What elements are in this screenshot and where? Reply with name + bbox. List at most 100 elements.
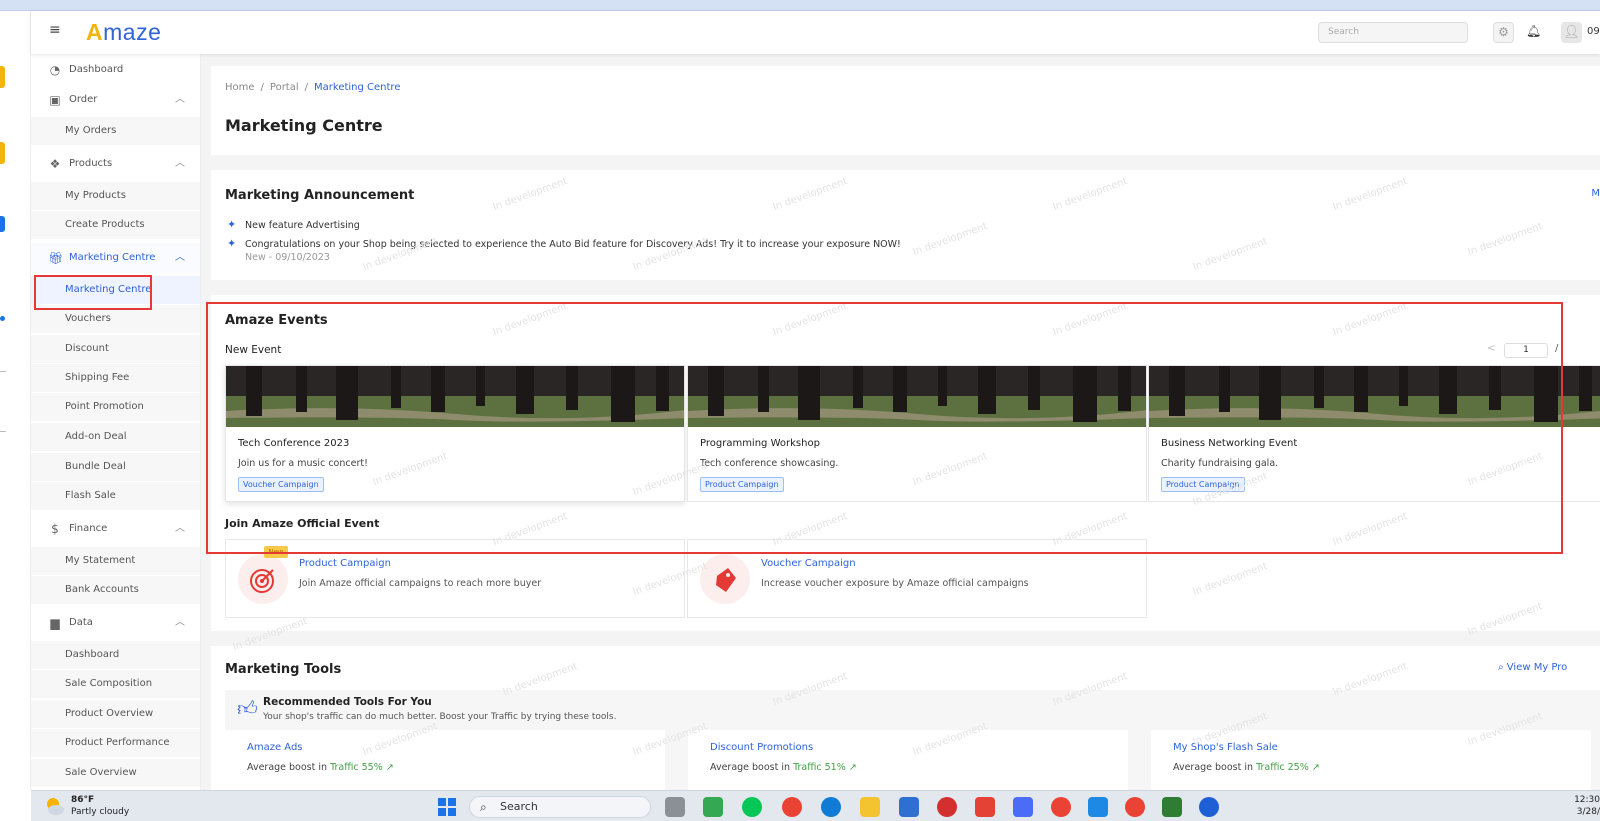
- tool-card[interactable]: Discount Promotions Average boost in Tra…: [688, 730, 1128, 790]
- announcement-card: Marketing Announcement M ✦ New feature Ad…: [211, 170, 1600, 280]
- sidebar-item-add-on-deal[interactable]: Add-on Deal: [31, 423, 200, 451]
- sidebar-item-bundle-deal[interactable]: Bundle Deal: [31, 453, 200, 481]
- breadcrumb-portal[interactable]: Portal: [270, 82, 299, 93]
- trend-up-icon: ↗: [1308, 762, 1320, 773]
- logo-letter: A: [86, 19, 104, 45]
- sidebar-item-shipping-fee[interactable]: Shipping Fee: [31, 364, 200, 392]
- join-card-title[interactable]: Voucher Campaign: [761, 558, 856, 569]
- event-card[interactable]: Tech Conference 2023 Join us for a music…: [225, 365, 685, 502]
- gear-icon[interactable]: ⚙: [1493, 22, 1514, 43]
- chevron-up-icon: ︿: [175, 617, 185, 628]
- join-card-description: Join Amaze official campaigns to reach m…: [299, 578, 542, 589]
- tool-name[interactable]: Discount Promotions: [710, 742, 813, 753]
- sidebar-item-products[interactable]: ❖ Products ︿: [31, 149, 200, 179]
- tool-boost-prefix: Average boost in: [247, 762, 331, 773]
- sidebar-item-data-dashboard[interactable]: Dashboard: [31, 641, 200, 669]
- join-icon-circle: [238, 554, 288, 604]
- search-icon: ⌕: [480, 800, 487, 814]
- zoom-icon[interactable]: [1199, 797, 1219, 817]
- announcement-item-text-row: ✦ Congratulations on your Shop being sele…: [227, 237, 901, 250]
- rail-marker-yellow-2: [0, 142, 5, 164]
- app-icon-w[interactable]: [1013, 797, 1033, 817]
- chrome-icon-2[interactable]: [1125, 797, 1145, 817]
- recommended-title: Recommended Tools For You: [263, 696, 432, 708]
- sidebar-item-finance[interactable]: $ Finance ︿: [31, 514, 200, 544]
- tool-name[interactable]: My Shop's Flash Sale: [1173, 742, 1278, 753]
- taskbar-clock[interactable]: 12:30 3/28/: [1574, 794, 1600, 818]
- left-rail: [0, 11, 31, 790]
- sidebar-item-product-performance[interactable]: Product Performance: [31, 729, 200, 757]
- sidebar-item-product-overview[interactable]: Product Overview: [31, 700, 200, 728]
- sidebar-item-point-promotion[interactable]: Point Promotion: [31, 393, 200, 421]
- sidebar-item-marketing-centre[interactable]: 🎁︎ Marketing Centre ︿: [31, 243, 200, 273]
- folder-icon[interactable]: [860, 797, 880, 817]
- app-icon-s[interactable]: [975, 797, 995, 817]
- pager-prev-icon[interactable]: <: [1487, 343, 1495, 354]
- join-event-title: Join Amaze Official Event: [225, 517, 380, 530]
- gauge-icon: ◔: [49, 63, 61, 77]
- opera-icon[interactable]: [937, 797, 957, 817]
- screen: ≡ Amazе Search ⚙ 🔔︎ 👤︎ 09 ◔ Dashboard ▣ Or…: [0, 0, 1600, 821]
- app-icon-green[interactable]: [1162, 797, 1182, 817]
- announcement-title: Marketing Announcement: [225, 188, 415, 203]
- sidebar-item-discount[interactable]: Discount: [31, 335, 200, 363]
- event-card[interactable]: Business Networking Event Charity fundra…: [1148, 365, 1600, 502]
- page-input[interactable]: 1: [1504, 343, 1548, 358]
- tool-boost-metric: Traffic 51%: [793, 762, 846, 773]
- event-tag: Voucher Campaign: [238, 477, 324, 492]
- app-icon-line[interactable]: [742, 797, 762, 817]
- main-content: Home / Portal / Marketing Centre Marketing C…: [201, 54, 1600, 790]
- menu-icon[interactable]: ≡: [49, 23, 61, 37]
- chrome-icon[interactable]: [782, 797, 802, 817]
- join-card-product-campaign[interactable]: New Product Campaign Join Amaze official…: [225, 539, 685, 618]
- event-name: Tech Conference 2023: [238, 438, 350, 449]
- avatar[interactable]: 👤︎: [1561, 22, 1582, 43]
- tool-card[interactable]: My Shop's Flash Sale Average boost in Tr…: [1151, 730, 1591, 790]
- app-icon-chat[interactable]: [703, 797, 723, 817]
- sidebar-item-flash-sale[interactable]: Flash Sale: [31, 482, 200, 510]
- sparkle-icon: ✦: [227, 237, 237, 250]
- sidebar-item-sale-overview[interactable]: Sale Overview: [31, 759, 200, 787]
- user-name[interactable]: 09: [1587, 26, 1600, 37]
- sidebar-item-bank-accounts[interactable]: Bank Accounts: [31, 576, 200, 604]
- sidebar-item-sale-composition[interactable]: Sale Composition: [31, 670, 200, 698]
- breadcrumb-home[interactable]: Home: [225, 82, 255, 93]
- edge-icon[interactable]: [821, 797, 841, 817]
- search-input[interactable]: Search: [1318, 22, 1468, 43]
- sidebar-item-order[interactable]: ▣ Order ︿: [31, 85, 200, 115]
- sidebar-item-my-orders[interactable]: My Orders: [31, 117, 200, 145]
- page-title: Marketing Centre: [225, 116, 383, 135]
- windows-start-icon[interactable]: [437, 797, 457, 817]
- weather-icon: [47, 798, 64, 815]
- chart-icon: ▆: [50, 616, 60, 630]
- sidebar-item-marketing-centre-sub[interactable]: Marketing Centre: [31, 276, 200, 304]
- view-promotions-link[interactable]: ⌕ View My Pro: [1498, 662, 1567, 673]
- breadcrumb-separator: /: [260, 82, 264, 93]
- task-view-icon[interactable]: [665, 797, 685, 817]
- sidebar-item-label: Dashboard: [69, 64, 124, 75]
- sidebar-item-my-products[interactable]: My Products: [31, 182, 200, 210]
- bell-icon[interactable]: 🔔︎: [1526, 24, 1541, 40]
- sidebar-item-data[interactable]: ▆ Data ︿: [31, 608, 200, 638]
- amaze-logo[interactable]: Amazе: [86, 19, 161, 45]
- announcement-item-title: New feature Advertising: [245, 220, 360, 231]
- chevron-up-icon: ︿: [175, 94, 185, 105]
- taskbar: 86°F Partly cloudy ⌕ Search 12:30 3/28/: [31, 790, 1600, 821]
- sidebar-item-dashboard[interactable]: ◔ Dashboard: [31, 55, 200, 85]
- sidebar-item-create-products[interactable]: Create Products: [31, 211, 200, 239]
- join-card-voucher-campaign[interactable]: Voucher Campaign Increase voucher exposu…: [687, 539, 1147, 618]
- photos-icon[interactable]: [1088, 797, 1108, 817]
- join-card-title[interactable]: Product Campaign: [299, 558, 391, 569]
- chrome-profile-icon[interactable]: [1051, 797, 1071, 817]
- tool-name[interactable]: Amaze Ads: [247, 742, 303, 753]
- taskbar-search[interactable]: ⌕ Search: [469, 796, 651, 818]
- sidebar-item-vouchers[interactable]: Vouchers: [31, 305, 200, 333]
- store-icon[interactable]: [899, 797, 919, 817]
- event-card[interactable]: Programming Workshop Tech conference sho…: [687, 365, 1147, 502]
- announcement-more-link[interactable]: M: [1591, 188, 1600, 199]
- tool-card[interactable]: Amaze Ads Average boost in Traffic 55% ↗: [225, 730, 665, 790]
- announcement-item: ✦ New feature Advertising: [227, 218, 360, 231]
- event-tag: Product Campaign: [1161, 477, 1245, 492]
- sidebar-item-my-statement[interactable]: My Statement: [31, 547, 200, 575]
- event-tag: Product Campaign: [700, 477, 784, 492]
